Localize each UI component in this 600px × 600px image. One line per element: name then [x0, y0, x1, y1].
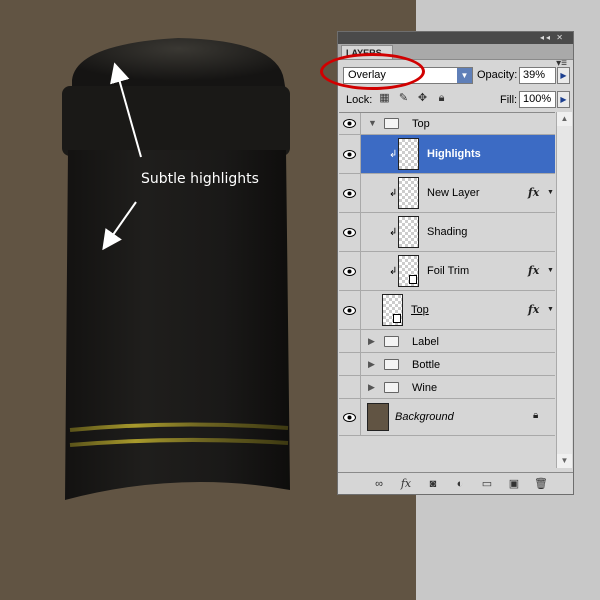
expand-triangle-icon[interactable]: ▼	[368, 118, 377, 128]
layer-group-top[interactable]: ▼ Top	[339, 113, 555, 135]
visibility-toggle[interactable]	[339, 135, 361, 173]
lock-icon: 🔒︎	[533, 410, 539, 421]
folder-icon	[384, 382, 399, 393]
lock-transparency-icon[interactable]: ▦	[378, 92, 391, 105]
chevron-down-icon[interactable]: ▼	[457, 68, 472, 83]
visibility-toggle[interactable]	[339, 330, 361, 352]
clipping-arrow-icon: ↲	[389, 188, 398, 199]
trash-icon[interactable]: 🗑︎	[534, 477, 548, 491]
fx-icon[interactable]: fx	[528, 303, 539, 316]
expand-effects-icon[interactable]: ▼	[547, 267, 554, 274]
fx-icon[interactable]: fx	[528, 186, 539, 199]
layer-group-wine[interactable]: ▶ Wine	[339, 376, 555, 399]
eye-icon	[343, 189, 356, 198]
background-thumbnail	[367, 403, 389, 431]
folder-icon	[384, 336, 399, 347]
layer-name: New Layer	[427, 187, 480, 199]
lock-all-icon[interactable]: 🔒︎	[435, 92, 448, 105]
layers-panel: ◂◂ ✕ LAYERS ▾≡ Overlay ▼ Opacity: 39% ▶ …	[337, 31, 574, 495]
layer-name: Background	[395, 411, 454, 423]
lock-position-icon[interactable]: ✥	[416, 92, 429, 105]
eye-icon	[343, 306, 356, 315]
expand-effects-icon[interactable]: ▼	[547, 306, 554, 313]
lock-label: Lock:	[346, 94, 373, 106]
visibility-toggle[interactable]	[339, 353, 361, 375]
layer-thumbnail	[398, 138, 419, 170]
layer-name: Shading	[427, 226, 468, 238]
visibility-toggle[interactable]	[339, 174, 361, 212]
layer-name: Top	[412, 118, 430, 130]
expand-triangle-icon[interactable]: ▶	[368, 359, 375, 370]
eye-icon	[343, 228, 356, 237]
layer-new-layer[interactable]: ↲ New Layer fx ▼	[339, 174, 555, 213]
layer-background[interactable]: Background 🔒︎	[339, 399, 555, 436]
layer-thumbnail	[398, 216, 419, 248]
adjustment-icon[interactable]: ◐	[453, 477, 467, 491]
layer-foil-trim[interactable]: ↲ Foil Trim fx ▼	[339, 252, 555, 291]
visibility-toggle[interactable]	[339, 113, 361, 134]
layer-name: Label	[412, 336, 439, 348]
fx-icon[interactable]: fx	[399, 477, 413, 491]
layers-list: ▼ Top ↲ Highlights ↲ New Layer fx ▼ ↲ Sh…	[339, 112, 555, 469]
eye-icon	[343, 267, 356, 276]
bottle-cap	[72, 38, 286, 92]
layer-group-label[interactable]: ▶ Label	[339, 330, 555, 353]
panel-title-bar[interactable]: ◂◂ ✕	[338, 32, 573, 44]
layer-thumbnail	[398, 177, 419, 209]
clipping-arrow-icon: ↲	[389, 227, 398, 238]
folder-icon	[384, 359, 399, 370]
blend-mode-highlight-circle	[320, 53, 425, 90]
expand-triangle-icon[interactable]: ▶	[368, 336, 375, 347]
clipping-arrow-icon: ↲	[389, 266, 398, 277]
eye-icon	[343, 413, 356, 422]
visibility-toggle[interactable]	[339, 291, 361, 329]
panel-bottom-toolbar: ∞ fx ◙ ◐ ▭ ▣ 🗑︎	[338, 472, 573, 495]
layer-top[interactable]: Top fx ▼	[339, 291, 555, 330]
scroll-down-icon[interactable]: ▼	[557, 454, 572, 468]
layer-group-bottle[interactable]: ▶ Bottle	[339, 353, 555, 376]
expand-effects-icon[interactable]: ▼	[547, 189, 554, 196]
clipping-arrow-icon: ↲	[389, 149, 398, 160]
fill-slider-button[interactable]: ▶	[557, 91, 570, 108]
eye-icon	[343, 150, 356, 159]
visibility-toggle[interactable]	[339, 213, 361, 251]
visibility-toggle[interactable]	[339, 252, 361, 290]
layer-name: Foil Trim	[427, 265, 470, 277]
annotation-text: Subtle highlights	[141, 171, 259, 187]
layer-shading[interactable]: ↲ Shading	[339, 213, 555, 252]
eye-icon	[343, 119, 356, 128]
smart-object-icon	[409, 275, 417, 284]
lock-pixels-icon[interactable]: ✎	[397, 92, 410, 105]
expand-triangle-icon[interactable]: ▶	[368, 382, 375, 393]
bottle-body	[65, 150, 290, 500]
link-icon[interactable]: ∞	[372, 477, 386, 491]
collapse-icon[interactable]: ◂◂ ✕	[540, 32, 565, 44]
opacity-slider-button[interactable]: ▶	[557, 67, 570, 84]
folder-icon[interactable]: ▭	[480, 477, 494, 491]
visibility-toggle[interactable]	[339, 399, 361, 435]
new-layer-icon[interactable]: ▣	[507, 477, 521, 491]
mask-icon[interactable]: ◙	[426, 477, 440, 491]
visibility-toggle[interactable]	[339, 376, 361, 398]
layer-name: Highlights	[427, 148, 481, 160]
fill-input[interactable]: 100%	[519, 91, 556, 108]
scroll-up-icon[interactable]: ▲	[557, 112, 572, 126]
folder-icon	[384, 118, 399, 129]
smart-object-icon	[393, 314, 401, 323]
layer-name: Bottle	[412, 359, 441, 371]
opacity-input[interactable]: 39%	[519, 67, 556, 84]
bottle-ridge	[62, 86, 290, 156]
layer-name: Top	[411, 304, 429, 316]
layer-name: Wine	[412, 382, 438, 394]
layers-scrollbar[interactable]: ▲ ▼	[556, 112, 572, 468]
fill-label: Fill:	[500, 94, 518, 106]
fx-icon[interactable]: fx	[528, 264, 539, 277]
opacity-label: Opacity:	[477, 69, 518, 81]
layer-highlights[interactable]: ↲ Highlights	[339, 135, 555, 174]
